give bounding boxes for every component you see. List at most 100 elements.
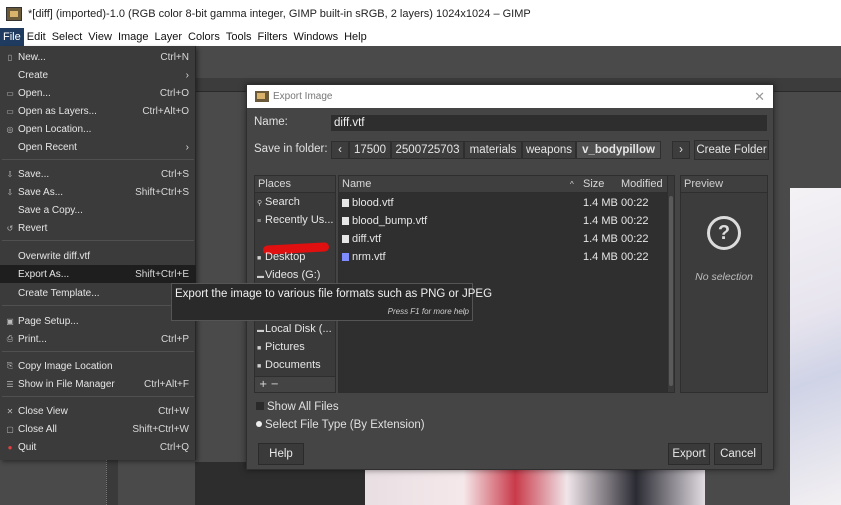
close-icon: ✕ [6,406,14,416]
crumb-v-bodypillow[interactable]: v_bodypillow [576,141,661,159]
menu-item-save-copy[interactable]: Save a Copy... [0,201,196,219]
file-row[interactable]: blood_bump.vtf 1.4 MB 00:22 [339,213,667,230]
file-icon [342,217,349,225]
new-icon: ▯ [7,52,13,62]
menu-item-print[interactable]: ⎙ Print... Ctrl+P [0,330,196,348]
menu-item-copy-location[interactable]: ⎘ Copy Image Location [0,357,196,375]
menu-item-show-in-manager[interactable]: ☰ Show in File Manager Ctrl+Alt+F [0,375,196,393]
column-modified[interactable]: Modified [621,178,663,190]
menu-item-open[interactable]: ▭ Open... Ctrl+O [0,84,196,102]
place-pictures[interactable]: ■ Pictures [257,339,335,356]
image-file-icon [342,235,349,243]
place-local-disk[interactable]: ▬Local Disk (... [257,321,335,338]
select-file-type-expander[interactable]: Select File Type (By Extension) [256,419,425,431]
file-row[interactable]: diff.vtf 1.4 MB 00:22 [339,231,667,248]
menu-item-close-all[interactable]: ▢ Close All Shift+Ctrl+W [0,420,196,438]
folder-icon: ■ [257,363,262,370]
menu-separator [2,240,194,241]
menu-item-quit[interactable]: ● Quit Ctrl+Q [0,438,196,456]
file-list-header: Name ^ Size Modified [339,176,667,193]
filename-input[interactable]: diff.vtf [331,115,767,131]
menu-image[interactable]: Image [115,28,152,46]
gimp-app-icon [6,7,22,21]
question-mark-icon: ? [707,216,741,250]
save-in-folder-label: Save in folder: [254,143,328,155]
checkbox-icon [256,402,264,410]
menu-item-open-location[interactable]: ◎ Open Location... [0,120,196,138]
menu-item-open-as-layers[interactable]: ▭ Open as Layers... Ctrl+Alt+O [0,102,196,120]
menu-filters[interactable]: Filters [255,28,291,46]
sort-asc-icon: ^ [570,180,574,189]
window-title: *[diff] (imported)-1.0 (RGB color 8-bit … [28,8,531,20]
menu-windows[interactable]: Windows [290,28,341,46]
canvas-scrollbar[interactable] [106,460,118,505]
preview-header: Preview [681,176,767,193]
menu-item-overwrite[interactable]: Overwrite diff.vtf [0,247,196,265]
menu-separator [2,351,194,352]
menu-item-page-setup[interactable]: ▣ Page Setup... [0,312,196,330]
crumb-weapons[interactable]: weapons [522,141,576,159]
crumb-17500[interactable]: 17500 [349,141,391,159]
menu-separator [2,159,194,160]
menu-layer[interactable]: Layer [152,28,186,46]
file-row[interactable]: blood.vtf 1.4 MB 00:22 [339,195,667,212]
globe-icon: ◎ [6,124,14,134]
preview-panel: Preview ? No selection [680,175,768,393]
menu-item-save[interactable]: ⇩ Save... Ctrl+S [0,165,196,183]
menu-view[interactable]: View [85,28,115,46]
create-folder-button[interactable]: Create Folder [694,140,769,160]
menu-separator [2,396,194,397]
file-icon [342,199,349,207]
place-desktop[interactable]: ■ Desktop [257,249,335,266]
column-name[interactable]: Name [342,178,371,190]
preview-message: No selection [695,271,753,283]
places-add-remove[interactable]: + − [255,376,335,392]
menu-edit[interactable]: Edit [24,28,49,46]
menu-tools[interactable]: Tools [223,28,255,46]
menu-item-create-template[interactable]: Create Template... [0,284,196,302]
open-icon: ▭ [6,88,14,98]
menu-select[interactable]: Select [49,28,86,46]
dialog-title-bar: Export Image ✕ [247,85,773,108]
export-button[interactable]: Export [668,443,710,465]
place-documents[interactable]: ■ Documents [257,357,335,374]
show-all-files-checkbox[interactable]: Show All Files [256,401,339,413]
tooltip-hint: Press F1 for more help [387,307,469,316]
canvas-image[interactable] [790,188,841,505]
menu-item-revert[interactable]: ↺ Revert [0,219,196,237]
menu-help[interactable]: Help [341,28,370,46]
file-menu: ▯ New... Ctrl+N Create › ▭ Open... Ctrl+O ▭ Op… [0,46,196,460]
crumb-materials[interactable]: materials [464,141,522,159]
crumb-2500725703[interactable]: 2500725703 [391,141,464,159]
scrollbar-thumb[interactable] [669,196,673,386]
close-icon[interactable]: ✕ [754,89,765,105]
menu-item-close-view[interactable]: ✕ Close View Ctrl+W [0,402,196,420]
save-as-icon: ⇩ [6,187,14,197]
copy-icon: ⎘ [6,361,14,370]
crumb-back-button[interactable]: ‹ [331,141,349,159]
export-tooltip: Export the image to various file formats… [171,283,492,321]
menu-file[interactable]: File [0,28,24,46]
menu-item-save-as[interactable]: ⇩ Save As... Shift+Ctrl+S [0,183,196,201]
place-recently-used[interactable]: ≡ Recently Us... [257,212,335,229]
file-row[interactable]: nrm.vtf 1.4 MB 00:22 [339,249,667,266]
column-size[interactable]: Size [583,178,604,190]
title-bar: *[diff] (imported)-1.0 (RGB color 8-bit … [0,0,841,28]
recent-icon: ≡ [257,218,262,225]
image-file-icon [342,253,349,261]
menu-item-export-as[interactable]: Export As... Shift+Ctrl+E [0,265,196,283]
place-search[interactable]: ⚲ Search [257,194,335,211]
menu-separator [2,305,194,306]
place-videos[interactable]: ▬Videos (G:) [257,267,335,284]
crumb-forward-button[interactable]: › [672,141,690,159]
close-all-icon: ▢ [6,424,14,434]
menu-item-create[interactable]: Create › [0,66,196,84]
help-button[interactable]: Help [258,443,304,465]
cancel-button[interactable]: Cancel [714,443,762,465]
canvas-image-bottom[interactable] [360,465,705,505]
menu-item-open-recent[interactable]: Open Recent › [0,138,196,156]
file-list-scrollbar[interactable] [667,175,675,393]
menu-item-new[interactable]: ▯ New... Ctrl+N [0,48,196,66]
menu-colors[interactable]: Colors [185,28,223,46]
file-manager-icon: ☰ [6,379,14,389]
